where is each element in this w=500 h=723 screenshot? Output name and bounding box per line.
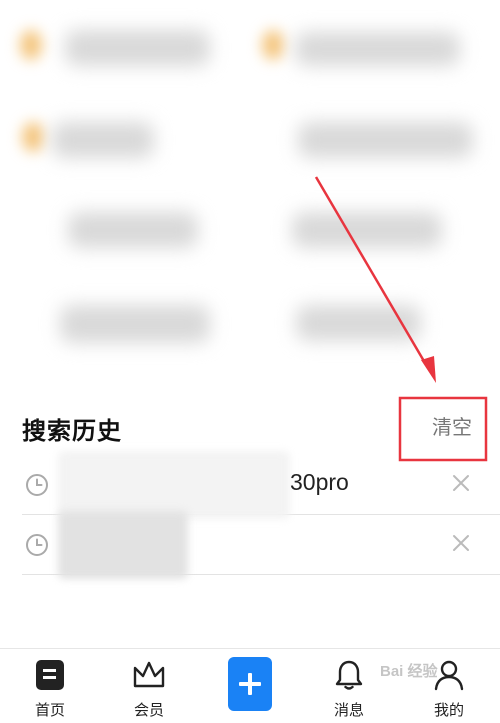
- suggestion-item[interactable]: [296, 305, 421, 341]
- tab-label: 消息: [333, 702, 364, 719]
- clock-icon: [26, 534, 48, 556]
- search-history-header: 搜索历史 清空: [0, 395, 500, 455]
- masked-query-text: [58, 511, 188, 579]
- suggestion-item[interactable]: [68, 212, 198, 248]
- tab-label: 首页: [34, 702, 65, 719]
- search-history-title: 搜索历史: [22, 418, 122, 445]
- suggestion-icon: [20, 30, 42, 60]
- clear-history-button[interactable]: 清空: [432, 411, 472, 440]
- delete-icon[interactable]: [450, 472, 472, 494]
- home-doc-icon: [36, 660, 64, 690]
- suggestion-grid-blurred: [0, 0, 500, 395]
- search-history-list: 30pro: [22, 451, 500, 579]
- watermark: Bai 经验: [380, 663, 438, 680]
- tab-member[interactable]: 会员: [119, 659, 179, 721]
- add-button[interactable]: [228, 657, 272, 711]
- suggestion-item[interactable]: [65, 30, 210, 66]
- suggestion-icon: [22, 122, 44, 152]
- suggestion-item[interactable]: [60, 305, 210, 343]
- clock-icon: [26, 474, 48, 496]
- suggestion-item[interactable]: [292, 212, 442, 248]
- bell-icon: [335, 660, 363, 690]
- history-item[interactable]: 30pro: [22, 451, 500, 519]
- crown-icon: [133, 661, 165, 688]
- tab-home[interactable]: 首页: [20, 659, 80, 721]
- masked-query-text: [58, 451, 290, 519]
- history-query: 30pro: [290, 469, 349, 495]
- suggestion-item[interactable]: [298, 122, 473, 158]
- history-item[interactable]: [22, 511, 500, 579]
- suggestion-item[interactable]: [52, 122, 154, 158]
- tab-label: 我的: [433, 702, 464, 719]
- tab-label: 会员: [133, 702, 164, 719]
- suggestion-item[interactable]: [295, 32, 460, 66]
- delete-icon[interactable]: [450, 532, 472, 554]
- tab-messages[interactable]: 消息: [319, 659, 379, 721]
- suggestion-icon: [262, 30, 284, 60]
